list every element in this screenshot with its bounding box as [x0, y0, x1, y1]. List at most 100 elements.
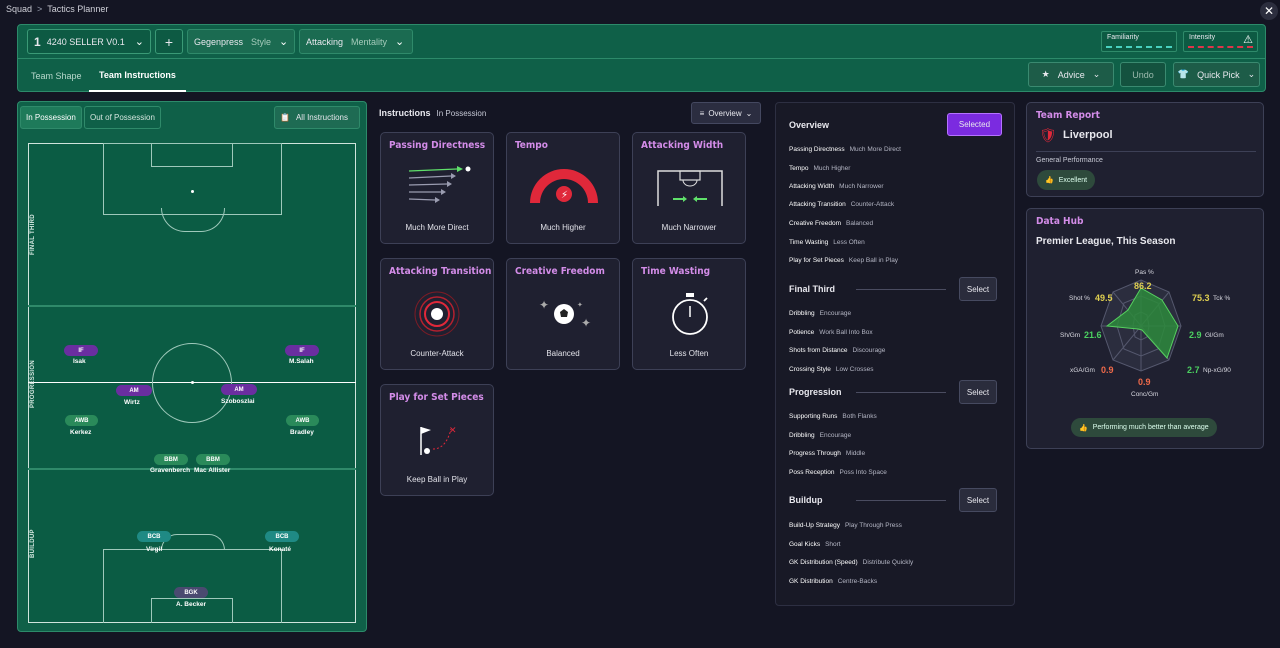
player-role-badge[interactable]: AWB	[65, 415, 98, 426]
performance-summary-text: Performing much better than average	[1092, 424, 1209, 431]
plus-icon: +	[164, 33, 174, 50]
list-item: Progress Through Middle	[789, 450, 866, 457]
quick-pick-label: Quick Pick	[1197, 69, 1240, 80]
list-item: Time Wasting Less Often	[789, 239, 865, 246]
card-value: Much Higher	[540, 223, 586, 232]
stopwatch-icon	[672, 293, 708, 335]
select-progression-button[interactable]: Select	[959, 380, 997, 404]
tab-team-instructions[interactable]: Team Instructions	[89, 59, 186, 92]
familiarity-meter: Familiarity	[1101, 31, 1177, 52]
svg-text:⚡: ⚡	[561, 190, 568, 201]
advice-button[interactable]: ★ Advice ⌄	[1028, 62, 1114, 87]
svg-text:✦: ✦	[539, 298, 549, 312]
team-report-panel: Team Report 🛡 Liverpool General Performa…	[1026, 102, 1264, 197]
player-role-badge[interactable]: AWB	[286, 415, 319, 426]
width-arrows-icon	[657, 170, 723, 206]
svg-text:✦: ✦	[577, 301, 583, 309]
close-icon[interactable]: ✕	[1260, 2, 1278, 20]
stat-value: 86.2	[1134, 281, 1152, 291]
tab-team-shape[interactable]: Team Shape	[31, 59, 82, 92]
stat-label: xGA/Gm	[1070, 367, 1095, 374]
thumbs-up-icon: 👍	[1045, 177, 1054, 184]
list-item: GK Distribution (Speed) Distribute Quickl…	[789, 559, 914, 566]
in-possession-button[interactable]: In Possession	[20, 106, 82, 129]
card-title: Time Wasting	[641, 266, 711, 277]
star-icon: ★	[1041, 69, 1050, 79]
set-piece-icon: ✕	[420, 426, 457, 455]
player-role-badge[interactable]: IF	[64, 345, 98, 356]
card-play-for-set-pieces[interactable]: Play for Set Pieces ✕ Keep Ball in Play	[380, 384, 494, 496]
stat-value: 21.6	[1084, 330, 1102, 340]
perf-label: General Performance	[1036, 157, 1103, 164]
instructions-header: Instructions In Possession	[379, 108, 486, 118]
player-role-badge[interactable]: AM	[221, 384, 257, 395]
instructions-title: Instructions	[379, 108, 431, 118]
tactic-selector[interactable]: 1 4240 SELLER V0.1 ⌄	[27, 29, 151, 54]
card-title: Attacking Width	[641, 140, 724, 151]
stat-label: Gl/Gm	[1205, 332, 1224, 339]
select-buildup-button[interactable]: Select	[959, 488, 997, 512]
stat-value: 0.9	[1138, 377, 1151, 387]
list-item: Attacking Transition Counter-Attack	[789, 201, 895, 208]
player-name: Gravenberch	[150, 467, 191, 474]
view-dropdown[interactable]: ≡ Overview ⌄	[691, 102, 761, 124]
zone-buildup: BUILDUP	[30, 529, 36, 558]
team-report-title: Team Report	[1036, 110, 1100, 121]
player-name: A. Becker	[176, 601, 206, 608]
out-of-possession-button[interactable]: Out of Possession	[84, 106, 161, 129]
undo-label: Undo	[1132, 69, 1154, 80]
passing-arrows-icon	[408, 166, 471, 203]
undo-button[interactable]: Undo	[1120, 62, 1166, 87]
section-title-final-third: Final Third	[789, 284, 835, 294]
player-role-badge[interactable]: IF	[285, 345, 319, 356]
quick-pick-button[interactable]: 👕 Quick Pick ⌄	[1173, 62, 1260, 87]
selected-button[interactable]: Selected	[947, 113, 1002, 136]
player-role-badge[interactable]: BCB	[137, 531, 171, 542]
player-role-badge[interactable]: BBM	[196, 454, 230, 465]
player-name: Konaté	[269, 546, 292, 553]
section-title-buildup: Buildup	[789, 495, 823, 505]
stat-label: Pas %	[1135, 269, 1154, 276]
card-tempo[interactable]: Tempo ⚡ Much Higher	[506, 132, 620, 244]
chevron-down-icon: ⌄	[279, 36, 289, 48]
style-value: Gegenpress	[194, 36, 244, 47]
chevron-down-icon: ⌄	[1092, 69, 1101, 79]
club-crest-icon: 🛡	[1039, 127, 1057, 143]
card-creative-freedom[interactable]: Creative Freedom ✦ ✦ ✦ Balanced	[506, 258, 620, 370]
stat-label: Np-xG/90	[1203, 367, 1231, 374]
list-item: Tempo Much Higher	[789, 165, 851, 172]
card-value: Much Narrower	[661, 223, 717, 232]
player-role-badge[interactable]: BBM	[154, 454, 188, 465]
all-instructions-label: All Instructions	[295, 113, 348, 122]
pitch-panel: In Possession Out of Possession 📋 All In…	[17, 101, 367, 632]
card-value: Counter-Attack	[410, 349, 464, 358]
select-final-third-button[interactable]: Select	[959, 277, 997, 301]
breadcrumb: Squad > Tactics Planner	[6, 4, 108, 14]
player-role-badge[interactable]: BGK	[174, 587, 208, 598]
intensity-label: Intensity	[1189, 34, 1216, 41]
style-label: Style	[251, 36, 272, 47]
target-icon	[414, 291, 460, 337]
player-role-badge[interactable]: BCB	[265, 531, 299, 542]
list-item: GK Distribution Centre-Backs	[789, 578, 878, 585]
breadcrumb-root[interactable]: Squad	[6, 4, 32, 14]
list-item: Attacking Width Much Narrower	[789, 183, 884, 190]
clipboard-icon: 📋	[280, 113, 290, 122]
player-role-badge[interactable]: AM	[116, 385, 152, 396]
card-time-wasting[interactable]: Time Wasting Less Often	[632, 258, 746, 370]
style-dropdown[interactable]: Gegenpress Style ⌄	[187, 29, 295, 54]
performance-value: Excellent	[1058, 176, 1088, 184]
card-attacking-transition[interactable]: Attacking Transition Counter-Attack	[380, 258, 494, 370]
all-instructions-button[interactable]: 📋 All Instructions	[274, 106, 360, 129]
list-item: Goal Kicks Short	[789, 541, 841, 548]
chevron-down-icon: ⌄	[134, 36, 144, 48]
chevron-down-icon: ⌄	[745, 108, 753, 118]
mentality-dropdown[interactable]: Attacking Mentality ⌄	[299, 29, 413, 54]
add-tactic-button[interactable]: +	[155, 29, 183, 54]
pitch: FINAL THIRD PROGRESSION BUILDUP IF Isak …	[28, 143, 356, 623]
stat-label: Conc/Gm	[1131, 391, 1159, 398]
card-passing-directness[interactable]: Passing Directness Much More Direct	[380, 132, 494, 244]
card-attacking-width[interactable]: Attacking Width Much Narrower	[632, 132, 746, 244]
football-sparkle-icon: ✦ ✦ ✦	[539, 298, 591, 330]
svg-text:✕: ✕	[449, 426, 457, 436]
